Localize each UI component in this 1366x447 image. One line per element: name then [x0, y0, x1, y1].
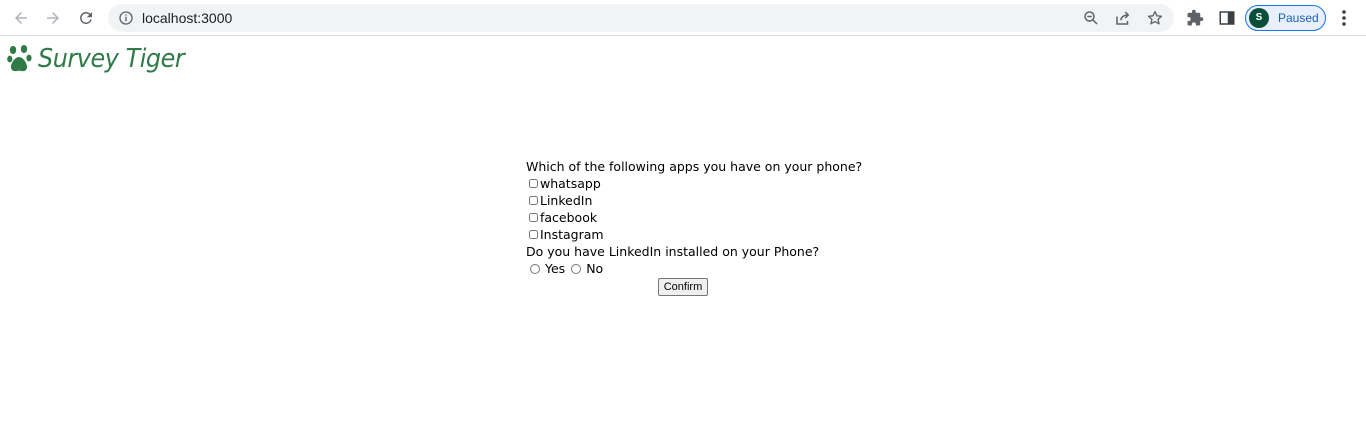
- checkbox-linkedin[interactable]: [529, 196, 538, 205]
- browser-toolbar: localhost:3000 S Paused: [0, 0, 1366, 36]
- address-bar[interactable]: localhost:3000: [108, 4, 1174, 32]
- arrow-left-icon: [15, 12, 27, 24]
- option-label: facebook: [540, 210, 598, 225]
- avatar: S: [1249, 8, 1269, 28]
- option-instagram[interactable]: Instagram: [526, 226, 856, 243]
- profile-button[interactable]: S Paused: [1245, 5, 1326, 31]
- option-linkedin[interactable]: LinkedIn: [526, 192, 856, 209]
- option-whatsapp[interactable]: whatsapp: [526, 175, 856, 192]
- checkbox-facebook[interactable]: [529, 213, 538, 222]
- forward-button[interactable]: [40, 5, 66, 31]
- puzzle-icon[interactable]: [1186, 9, 1204, 27]
- radio-group-linkedin: Yes No: [526, 260, 856, 277]
- question-apps: Which of the following apps you have on …: [526, 159, 863, 174]
- logo-text: Survey Tiger: [38, 44, 185, 74]
- question-linkedin: Do you have LinkedIn installed on your P…: [526, 244, 820, 259]
- profile-status: Paused: [1278, 11, 1319, 25]
- side-panel-icon[interactable]: [1218, 9, 1236, 27]
- share-icon[interactable]: [1114, 9, 1132, 27]
- option-label: whatsapp: [540, 176, 601, 191]
- app-logo[interactable]: Survey Tiger: [7, 41, 197, 77]
- more-vert-icon[interactable]: [1337, 8, 1351, 28]
- reload-button[interactable]: [73, 5, 99, 31]
- info-icon[interactable]: [118, 10, 134, 26]
- zoom-icon[interactable]: [1082, 9, 1100, 27]
- back-button[interactable]: [8, 5, 34, 31]
- checkbox-whatsapp[interactable]: [529, 179, 538, 188]
- radio-no[interactable]: [571, 263, 582, 274]
- option-label: LinkedIn: [540, 193, 593, 208]
- paw-icon: [7, 45, 32, 72]
- arrow-right-icon: [47, 12, 59, 24]
- checkbox-instagram[interactable]: [529, 230, 538, 239]
- radio-yes-label: Yes: [545, 261, 566, 276]
- survey-form: Which of the following apps you have on …: [526, 158, 863, 296]
- option-facebook[interactable]: facebook: [526, 209, 856, 226]
- url-text: localhost:3000: [142, 10, 233, 26]
- reload-icon: [80, 11, 92, 24]
- radio-no-label: No: [586, 261, 604, 276]
- radio-yes[interactable]: [530, 263, 540, 274]
- confirm-button[interactable]: Confirm: [658, 278, 708, 296]
- option-label: Instagram: [540, 227, 604, 242]
- star-icon[interactable]: [1146, 9, 1164, 27]
